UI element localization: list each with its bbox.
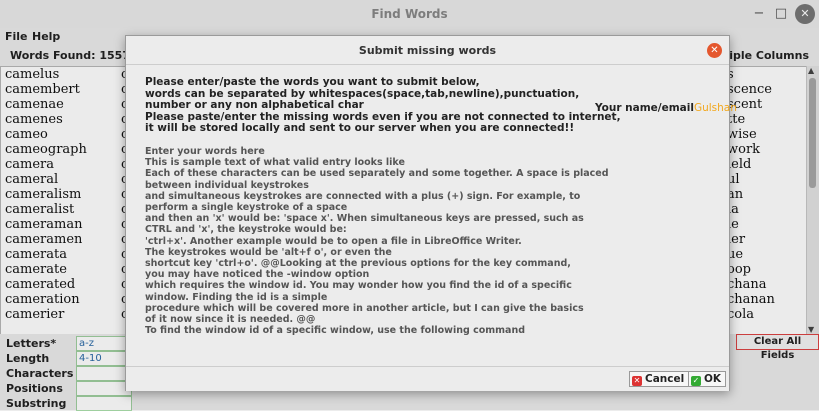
dialog-title: Submit missing words bbox=[358, 44, 497, 57]
textarea-line: procedure which will be covered more in … bbox=[145, 302, 584, 314]
dialog-title-bar: Submit missing words ✕ bbox=[126, 36, 729, 65]
name-email-label: Your name/email bbox=[595, 102, 694, 114]
textarea-line: This is sample text of what valid entry … bbox=[145, 157, 405, 169]
textarea-line: and simultaneous keystrokes are connecte… bbox=[145, 190, 581, 202]
instruction-line: it will be stored locally and sent to ou… bbox=[145, 122, 575, 134]
textarea-line: Each of these characters can be used sep… bbox=[145, 168, 609, 180]
textarea-line: you may have noticed the -window option bbox=[145, 269, 370, 281]
textarea-line: between individual keystrokes bbox=[145, 179, 309, 191]
cancel-button[interactable]: ✕ Cancel bbox=[629, 371, 690, 387]
ok-button[interactable]: ✓ OK bbox=[688, 371, 727, 387]
words-textarea[interactable]: Enter your words here This is sample text… bbox=[145, 146, 705, 366]
textarea-line: which requires the window id. You may wo… bbox=[145, 280, 572, 292]
textarea-line: perform a single keystroke of a space bbox=[145, 202, 348, 214]
textarea-line: window. Finding the id is a simple bbox=[145, 291, 328, 303]
dialog-close-icon[interactable]: ✕ bbox=[707, 43, 722, 58]
instruction-line: Please enter/paste the words you want to… bbox=[145, 76, 480, 88]
textarea-line: of it now since it is needed. @@ bbox=[145, 314, 316, 326]
cancel-label: Cancel bbox=[645, 373, 685, 385]
textarea-line: Enter your words here bbox=[145, 146, 265, 157]
textarea-line: and then an 'x' would be: 'space x'. Whe… bbox=[145, 213, 584, 225]
submit-missing-words-dialog: Submit missing words ✕ Please enter/past… bbox=[125, 35, 737, 391]
cancel-icon: ✕ bbox=[632, 376, 642, 386]
ok-icon: ✓ bbox=[691, 376, 701, 386]
textarea-line: CTRL and 'x', the keystroke would be: bbox=[145, 224, 347, 236]
ok-label: OK bbox=[704, 373, 722, 385]
name-email-value[interactable]: Gulshan bbox=[694, 102, 737, 114]
textarea-line: shortcut key 'ctrl+o'. @@Looking at the … bbox=[145, 258, 571, 270]
textarea-line: The keystrokes would be 'alt+f o', or ev… bbox=[145, 246, 392, 258]
textarea-line: 'ctrl+x'. Another example would be to op… bbox=[145, 235, 522, 247]
name-email-field[interactable]: Your name/emailGulshan bbox=[595, 102, 737, 114]
textarea-line: To find the window id of a specific wind… bbox=[145, 325, 526, 337]
dialog-instructions: Please enter/paste the words you want to… bbox=[145, 76, 621, 135]
dialog-button-bar: ✕ Cancel ✓ OK bbox=[126, 366, 729, 391]
instruction-line: number or any non alphabetical char bbox=[145, 99, 364, 111]
